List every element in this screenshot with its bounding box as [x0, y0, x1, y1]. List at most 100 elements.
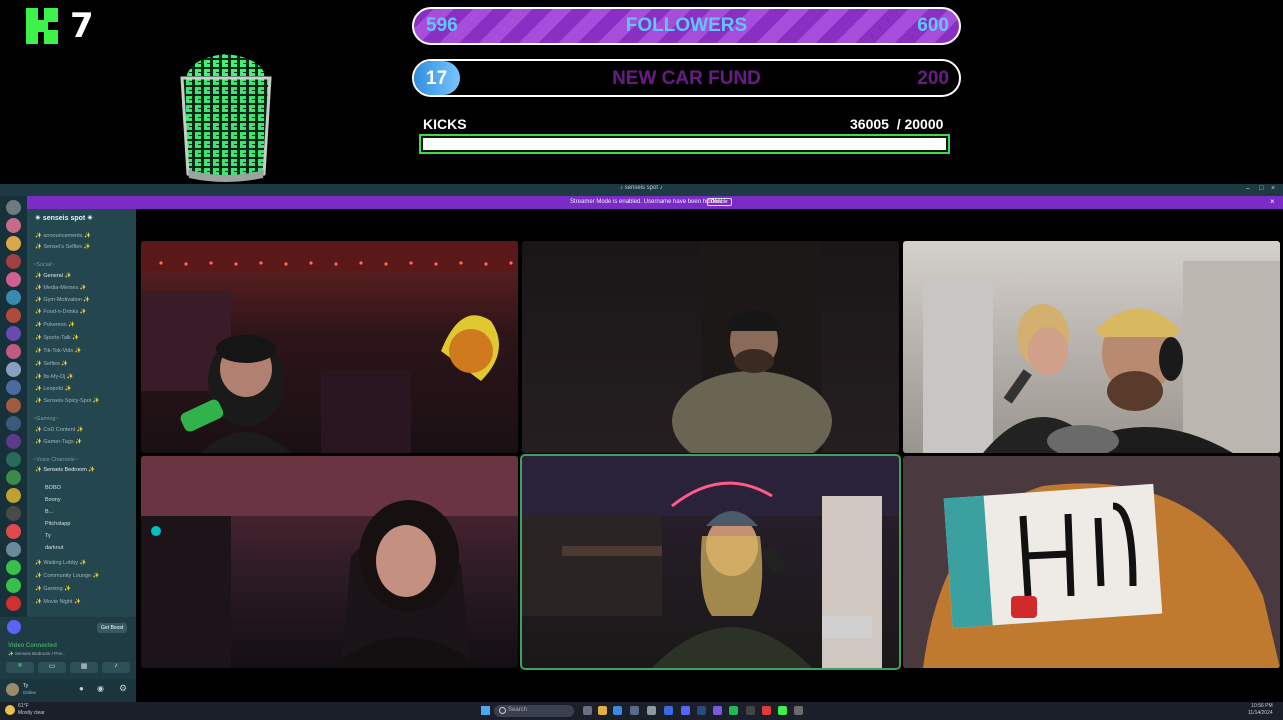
- maximize-icon[interactable]: □: [1259, 185, 1263, 192]
- nitro-icon[interactable]: [7, 620, 21, 634]
- channel-item[interactable]: ✨ Gym-Motivation ✨: [35, 297, 90, 303]
- server-icon[interactable]: [6, 452, 21, 467]
- server-icon[interactable]: [6, 416, 21, 431]
- deafen-icon[interactable]: ◉: [97, 684, 104, 693]
- server-icon[interactable]: [6, 524, 21, 539]
- app-icon[interactable]: [713, 706, 722, 715]
- server-icon[interactable]: [6, 272, 21, 287]
- app-icon[interactable]: [762, 706, 771, 715]
- server-icon[interactable]: [6, 596, 21, 611]
- server-icon[interactable]: [6, 362, 21, 377]
- kick-icon[interactable]: [778, 706, 787, 715]
- disable-streamer-mode-button[interactable]: Disable: [707, 198, 732, 206]
- server-icon[interactable]: [6, 560, 21, 575]
- server-icon[interactable]: [6, 308, 21, 323]
- weather-widget[interactable]: 61°F Mostly clear: [18, 703, 45, 717]
- channel-item[interactable]: ✨ Senseis-Spicy-Spot ✨: [35, 398, 100, 404]
- channel-item[interactable]: ✨ Sports-Talk ✨: [35, 335, 79, 341]
- voice-user[interactable]: Boony: [45, 497, 61, 503]
- close-icon[interactable]: ×: [1271, 185, 1275, 192]
- voice-connection-panel: Get Boost Video Connected ✨ Senseis Bedr…: [0, 617, 136, 679]
- app-icon[interactable]: [794, 706, 803, 715]
- channel-item[interactable]: ✨ Leopold ✨: [35, 386, 71, 392]
- voice-user[interactable]: B...: [45, 509, 53, 515]
- screen-share-button[interactable]: ▭: [38, 662, 66, 673]
- channel-item[interactable]: ✨ Sensei's Selfies ✨: [35, 244, 90, 250]
- minimize-icon[interactable]: –: [1246, 185, 1250, 192]
- camera-button[interactable]: ■: [6, 662, 34, 673]
- weather-icon[interactable]: [5, 705, 15, 715]
- server-icon[interactable]: [6, 218, 21, 233]
- voice-user[interactable]: Ty: [45, 533, 51, 539]
- video-feed: [522, 456, 899, 668]
- channel-item[interactable]: ✨ General ✨: [35, 273, 71, 279]
- app-icon[interactable]: [664, 706, 673, 715]
- server-name[interactable]: ✴ senseis spot ✴: [35, 214, 93, 222]
- soundboard-button[interactable]: ♪: [102, 662, 130, 673]
- start-icon[interactable]: [481, 706, 490, 715]
- server-icon[interactable]: [6, 254, 21, 269]
- voice-channel[interactable]: ✨ Community Lounge ✨: [35, 573, 99, 579]
- channel-item[interactable]: ✨ CoD Content ✨: [35, 427, 84, 433]
- notice-close-icon[interactable]: ×: [1270, 197, 1275, 206]
- voice-user[interactable]: darknut: [45, 545, 63, 551]
- server-icon[interactable]: [6, 290, 21, 305]
- category-gaming[interactable]: ~Gaming~: [33, 416, 59, 422]
- clock[interactable]: 10:56 PM 11/14/2024: [1248, 703, 1273, 717]
- file-explorer-icon[interactable]: [598, 706, 607, 715]
- voice-channel-active[interactable]: ✨ Senseis Bedroom ✨: [35, 467, 95, 473]
- video-tile[interactable]: [141, 456, 518, 668]
- server-icon[interactable]: [6, 344, 21, 359]
- channel-item[interactable]: ✨ Tik-Tok-Vids ✨: [35, 348, 82, 354]
- steam-icon[interactable]: [697, 706, 706, 715]
- mute-icon[interactable]: ●: [79, 684, 84, 693]
- obs-icon[interactable]: [746, 706, 755, 715]
- kicks-value: 36005 / 20000: [850, 116, 944, 132]
- avatar[interactable]: [6, 683, 19, 696]
- category-voice[interactable]: ~Voice Channels~: [33, 457, 78, 463]
- channel-item[interactable]: ✨ announcements ✨: [35, 233, 91, 239]
- taskbar-search[interactable]: Search: [494, 705, 574, 717]
- channel-item[interactable]: ✨ Its-My-Dj ✨: [35, 374, 74, 380]
- discord-icon[interactable]: [681, 706, 690, 715]
- voice-user[interactable]: Pitchslapp: [45, 521, 70, 527]
- video-tile-selected[interactable]: [520, 454, 901, 670]
- video-feed: [141, 456, 518, 668]
- video-tile[interactable]: [903, 241, 1280, 453]
- category-social[interactable]: ~Social~: [33, 262, 54, 268]
- video-tile[interactable]: [522, 241, 899, 453]
- home-icon[interactable]: [6, 200, 21, 215]
- voice-channel[interactable]: ✨ Gaming ✨: [35, 586, 71, 592]
- settings-icon[interactable]: ⚙: [119, 683, 127, 694]
- boost-button[interactable]: Get Boost: [97, 623, 128, 633]
- server-icon[interactable]: [6, 578, 21, 593]
- activities-button[interactable]: ▦: [70, 662, 98, 673]
- channel-item[interactable]: ✨ Food-n-Drinks ✨: [35, 309, 87, 315]
- channel-item[interactable]: ✨ Pokemon ✨: [35, 322, 75, 328]
- voice-channel[interactable]: ✨ Movie Night ✨: [35, 599, 81, 605]
- browser-icon[interactable]: [613, 706, 622, 715]
- vc-status: Video Connected: [8, 643, 57, 649]
- video-tile[interactable]: [903, 456, 1280, 668]
- channel-item[interactable]: ✨ Selfies ✨: [35, 361, 68, 367]
- app-icon[interactable]: [647, 706, 656, 715]
- server-icon[interactable]: [6, 470, 21, 485]
- app-icon[interactable]: [630, 706, 639, 715]
- server-icon[interactable]: [6, 398, 21, 413]
- server-icon[interactable]: [6, 488, 21, 503]
- voice-channel[interactable]: ✨ Waiting Lobby ✨: [35, 560, 86, 566]
- channel-item[interactable]: ✨ Media-Memes ✨: [35, 285, 87, 291]
- server-icon[interactable]: [6, 326, 21, 341]
- vc-channel[interactable]: ✨ Senseis Bedroom / Priv...: [8, 651, 65, 657]
- server-icon[interactable]: [6, 434, 21, 449]
- task-view-icon[interactable]: [583, 706, 592, 715]
- spotify-icon[interactable]: [729, 706, 738, 715]
- server-icon[interactable]: [6, 380, 21, 395]
- server-icon[interactable]: [6, 236, 21, 251]
- server-icon[interactable]: [6, 542, 21, 557]
- video-tile[interactable]: [141, 241, 518, 453]
- channel-item[interactable]: ✨ Gamer-Tags ✨: [35, 439, 82, 445]
- followers-goal: 600: [917, 15, 949, 36]
- voice-user[interactable]: BOBO: [45, 485, 61, 491]
- server-icon[interactable]: [6, 506, 21, 521]
